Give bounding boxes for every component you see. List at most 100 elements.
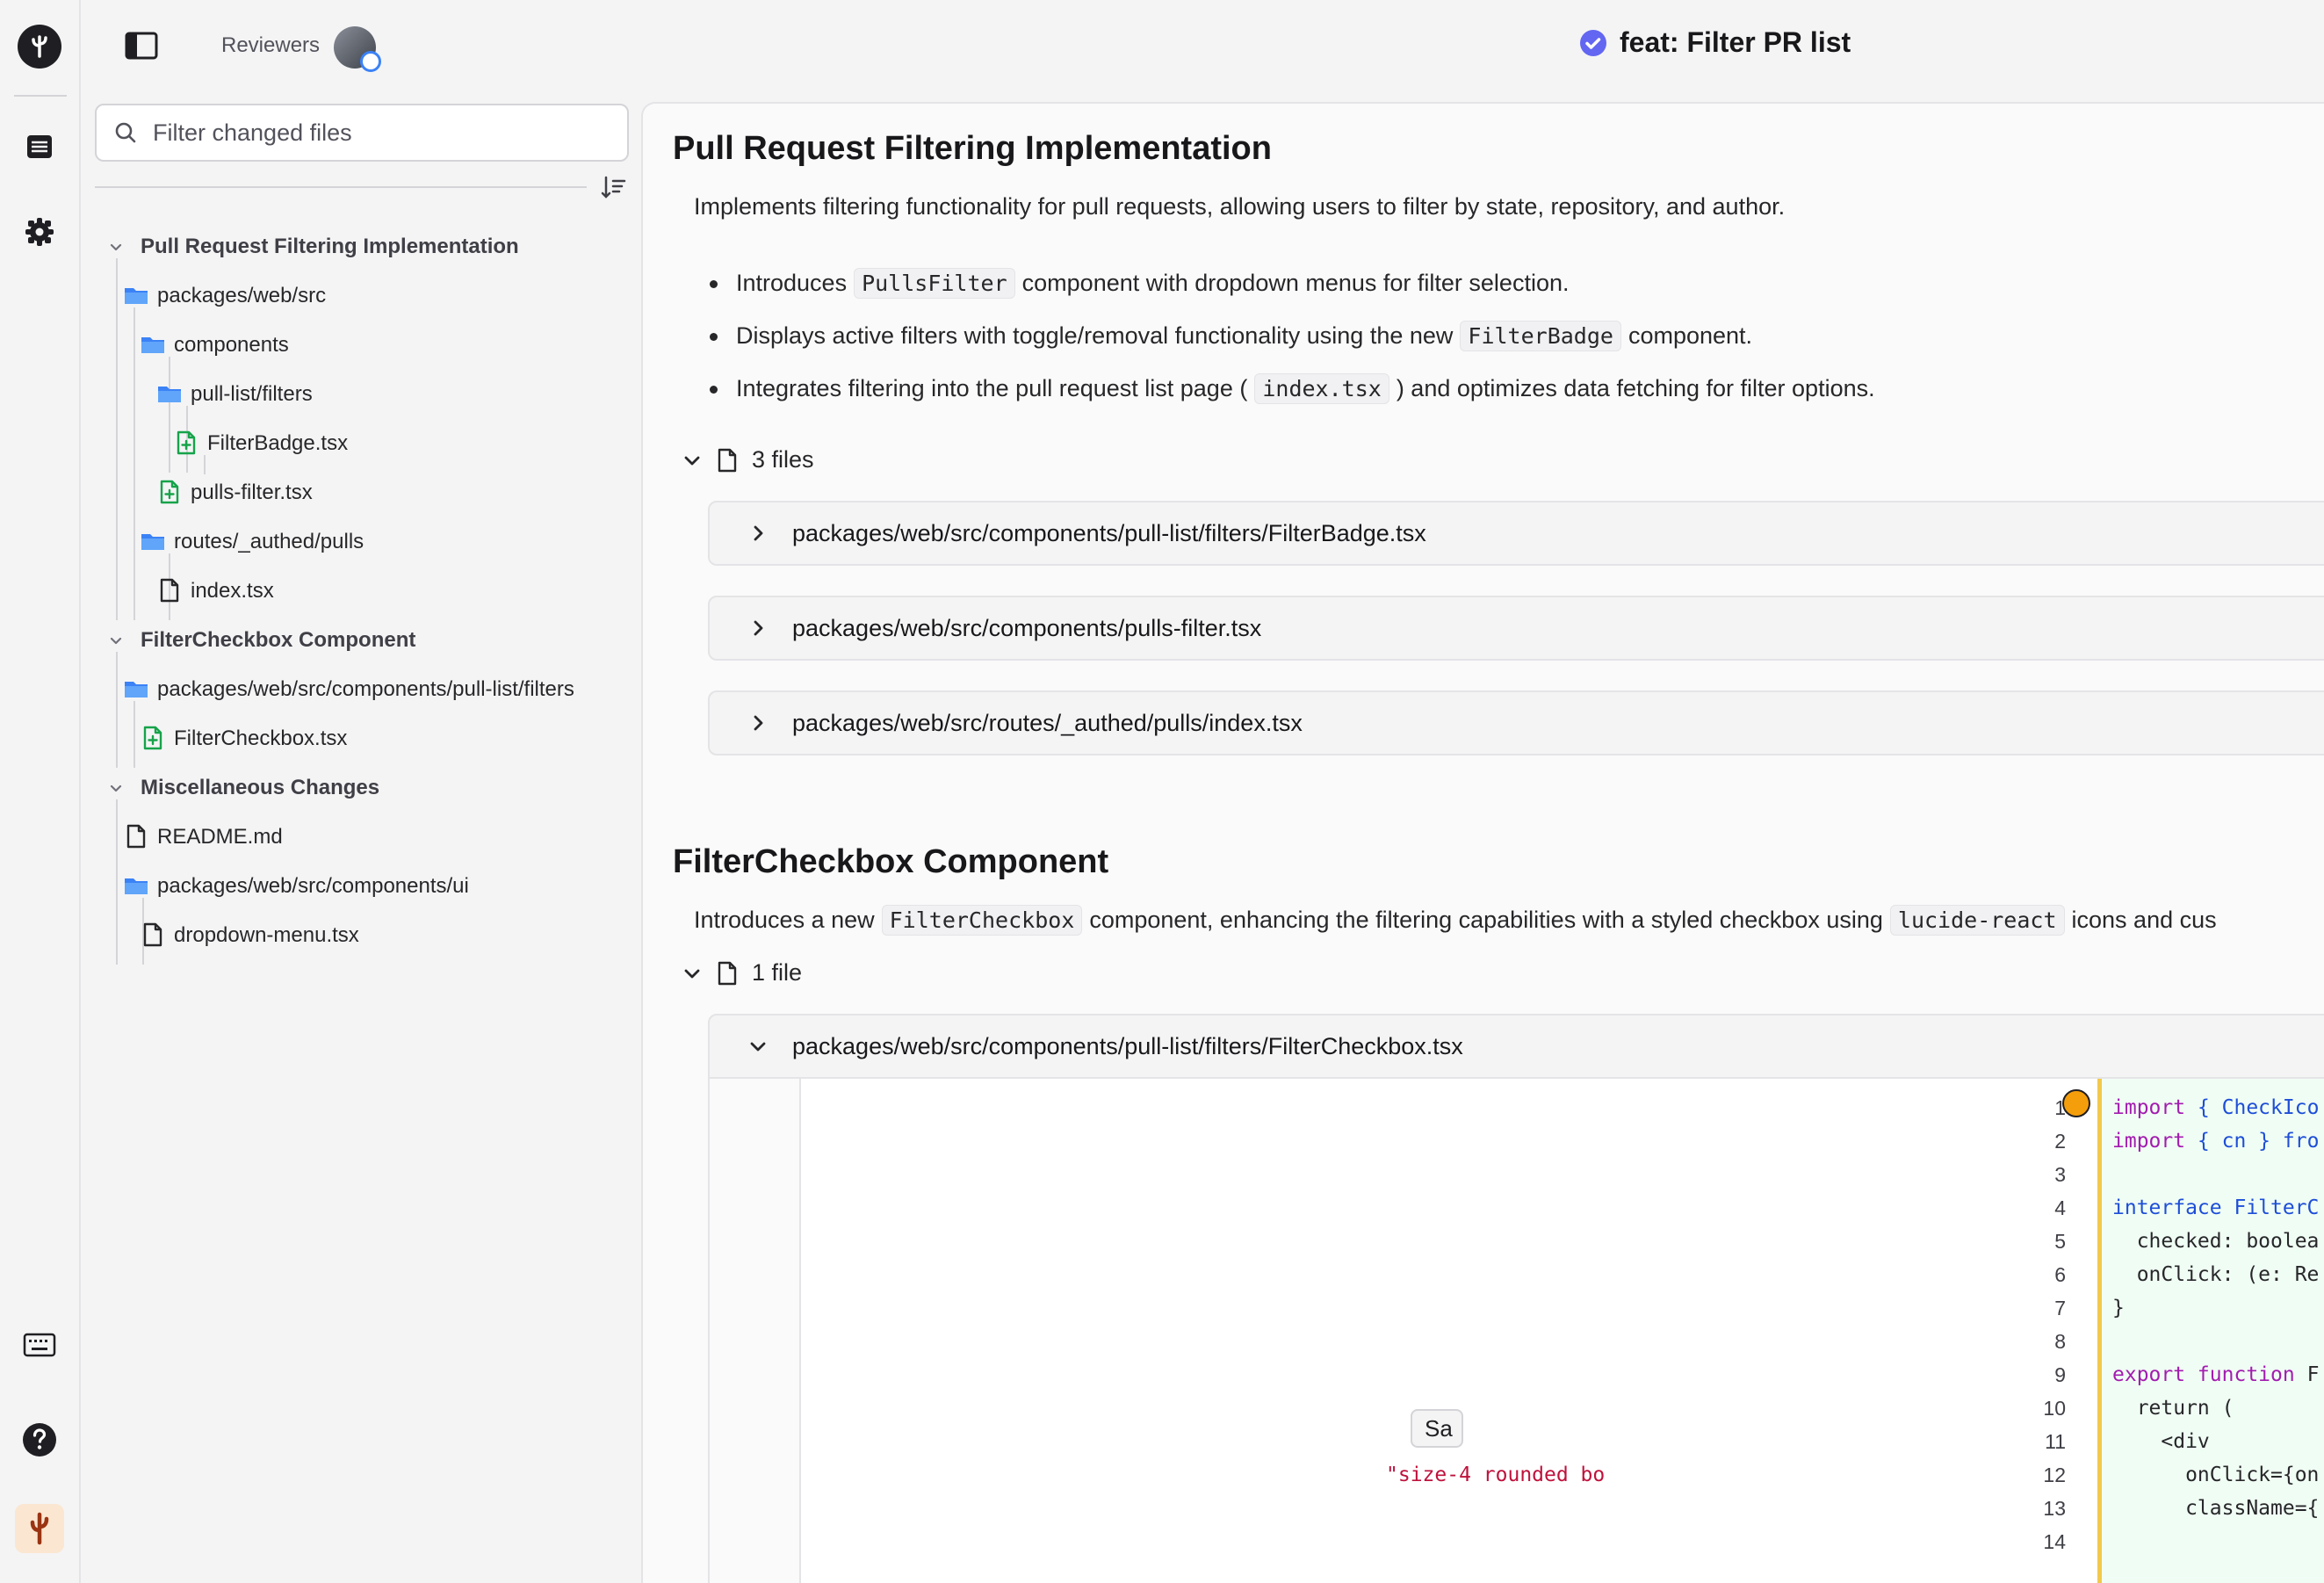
pr-title-group: feat: Filter PR list bbox=[1579, 26, 1851, 59]
line-number: 14 bbox=[2043, 1530, 2066, 1553]
sidebar-toggle-button[interactable] bbox=[125, 32, 158, 60]
tree-group[interactable]: FilterCheckbox Component bbox=[81, 615, 641, 664]
file-card[interactable]: packages/web/src/routes/_authed/pulls/in… bbox=[708, 690, 2324, 755]
tree-file[interactable]: FilterBadge.tsx bbox=[81, 418, 641, 467]
bullet-text: ) and optimizes data fetching for filter… bbox=[1396, 374, 1875, 401]
tree-file-label: index.tsx bbox=[191, 579, 274, 603]
help-icon bbox=[23, 1423, 56, 1457]
keyboard-shortcuts-button[interactable] bbox=[0, 1332, 79, 1358]
files-toggle[interactable]: 3 files bbox=[682, 446, 814, 473]
files-count: 1 file bbox=[752, 959, 803, 986]
code-chip: index.tsx bbox=[1254, 372, 1389, 404]
file-icon bbox=[156, 577, 183, 604]
reviewer-avatar[interactable] bbox=[334, 26, 381, 72]
search-icon bbox=[115, 122, 136, 143]
comment-author-avatar[interactable] bbox=[2062, 1089, 2090, 1117]
code-line: } bbox=[2112, 1291, 2319, 1325]
file-card-expanded[interactable]: packages/web/src/components/pull-list/fi… bbox=[708, 1014, 2324, 1079]
line-number: 2 bbox=[2054, 1130, 2066, 1153]
section-bullets: Introduces PullsFilter component with dr… bbox=[694, 257, 1875, 415]
top-header: Reviewers feat: Filter PR list bbox=[81, 0, 2324, 97]
code-rest: } bbox=[2112, 1297, 2125, 1319]
desc-text: icons and cus bbox=[2071, 907, 2217, 933]
file-icon bbox=[140, 922, 166, 948]
gear-icon bbox=[25, 218, 54, 246]
file-card[interactable]: packages/web/src/components/pulls-filter… bbox=[708, 596, 2324, 661]
tree-folder-label: pull-list/filters bbox=[191, 382, 313, 406]
code-keyword: interface bbox=[2112, 1196, 2222, 1219]
tree-folder[interactable]: packages/web/src bbox=[81, 271, 641, 320]
left-rail bbox=[0, 0, 81, 1583]
file-path: packages/web/src/components/pull-list/fi… bbox=[792, 519, 1426, 546]
sort-button[interactable] bbox=[599, 174, 631, 206]
chevron-down-icon bbox=[684, 456, 700, 465]
tree-folder-label: components bbox=[174, 333, 289, 357]
tree-folder-label: packages/web/src bbox=[157, 284, 327, 307]
bullet-text: Integrates filtering into the pull reque… bbox=[736, 374, 1248, 401]
app-logo-button[interactable] bbox=[0, 25, 79, 69]
bullet-item: Introduces PullsFilter component with dr… bbox=[694, 257, 1875, 309]
tree-file[interactable]: README.md bbox=[81, 812, 641, 861]
list-nav-button[interactable] bbox=[0, 132, 79, 162]
code-chip: FilterCheckbox bbox=[881, 905, 1083, 936]
tree-group[interactable]: Pull Request Filtering Implementation bbox=[81, 221, 641, 271]
tree-file[interactable]: index.tsx bbox=[81, 566, 641, 615]
desc-text: Introduces a new bbox=[694, 907, 875, 933]
code-rest: { CheckIco bbox=[2185, 1096, 2320, 1119]
tree-folder[interactable]: pull-list/filters bbox=[81, 369, 641, 418]
tree-folder[interactable]: packages/web/src/components/ui bbox=[81, 861, 641, 910]
code-line: return ( bbox=[2112, 1391, 2319, 1425]
save-button[interactable]: Sa bbox=[1411, 1409, 1463, 1448]
line-number: 13 bbox=[2043, 1497, 2066, 1520]
desc-text: component, enhancing the filtering capab… bbox=[1089, 907, 1883, 933]
tree-folder-label: routes/_authed/pulls bbox=[174, 530, 364, 553]
file-card[interactable]: packages/web/src/components/pull-list/fi… bbox=[708, 501, 2324, 566]
tree-file[interactable]: dropdown-menu.tsx bbox=[81, 910, 641, 959]
bullet-item: Integrates filtering into the pull reque… bbox=[694, 362, 1875, 415]
code-rest: onClick: (e: Re bbox=[2112, 1263, 2320, 1286]
code-line: export function F bbox=[2112, 1358, 2319, 1391]
file-icon bbox=[123, 823, 149, 849]
chevron-right-icon bbox=[754, 525, 763, 541]
tree-file[interactable]: FilterCheckbox.tsx bbox=[81, 713, 641, 763]
tree-file-label: dropdown-menu.tsx bbox=[174, 923, 359, 947]
diff-left-gutter bbox=[710, 1079, 801, 1583]
folder-icon bbox=[123, 282, 149, 308]
tree-file-label: pulls-filter.tsx bbox=[191, 481, 313, 504]
file-path: packages/web/src/components/pulls-filter… bbox=[792, 614, 1262, 641]
file-path: packages/web/src/routes/_authed/pulls/in… bbox=[792, 709, 1303, 736]
tree-file-label: FilterCheckbox.tsx bbox=[174, 726, 348, 750]
files-toggle[interactable]: 1 file bbox=[682, 959, 802, 987]
folder-icon bbox=[140, 528, 166, 554]
chevron-down-icon bbox=[750, 1042, 766, 1052]
tree-group[interactable]: Miscellaneous Changes bbox=[81, 763, 641, 812]
bullet-text: component with dropdown menus for filter… bbox=[1021, 269, 1570, 296]
line-number: 7 bbox=[2054, 1297, 2066, 1319]
user-menu-button[interactable] bbox=[0, 1504, 79, 1553]
file-added-icon bbox=[173, 430, 199, 456]
settings-nav-button[interactable] bbox=[0, 216, 79, 248]
section-title: Pull Request Filtering Implementation bbox=[673, 130, 1272, 167]
code-lines: import { CheckIco import { cn } fro interf… bbox=[2112, 1091, 2319, 1558]
folder-icon bbox=[156, 380, 183, 407]
file-icon bbox=[718, 961, 737, 985]
line-number: 10 bbox=[2043, 1397, 2066, 1420]
section-description: Introduces a new FilterCheckbox componen… bbox=[694, 905, 2217, 936]
help-button[interactable] bbox=[0, 1421, 79, 1458]
code-keyword: import bbox=[2112, 1130, 2186, 1153]
code-line: onClick: (e: Re bbox=[2112, 1258, 2320, 1291]
tree-folder[interactable]: components bbox=[81, 320, 641, 369]
filter-files-input[interactable] bbox=[153, 119, 610, 147]
tree-folder[interactable]: routes/_authed/pulls bbox=[81, 517, 641, 566]
code-keyword: import bbox=[2112, 1096, 2186, 1119]
section-title: FilterCheckbox Component bbox=[673, 843, 1109, 880]
code-chip: PullsFilter bbox=[854, 267, 1015, 299]
tree-folder[interactable]: packages/web/src/components/pull-list/fi… bbox=[81, 664, 641, 713]
code-rest: F bbox=[2294, 1363, 2320, 1386]
folder-icon bbox=[123, 872, 149, 899]
file-tree-sidebar: Pull Request Filtering Implementation pac… bbox=[81, 97, 641, 1583]
tree-file[interactable]: pulls-filter.tsx bbox=[81, 467, 641, 517]
cactus-icon bbox=[15, 1504, 64, 1553]
